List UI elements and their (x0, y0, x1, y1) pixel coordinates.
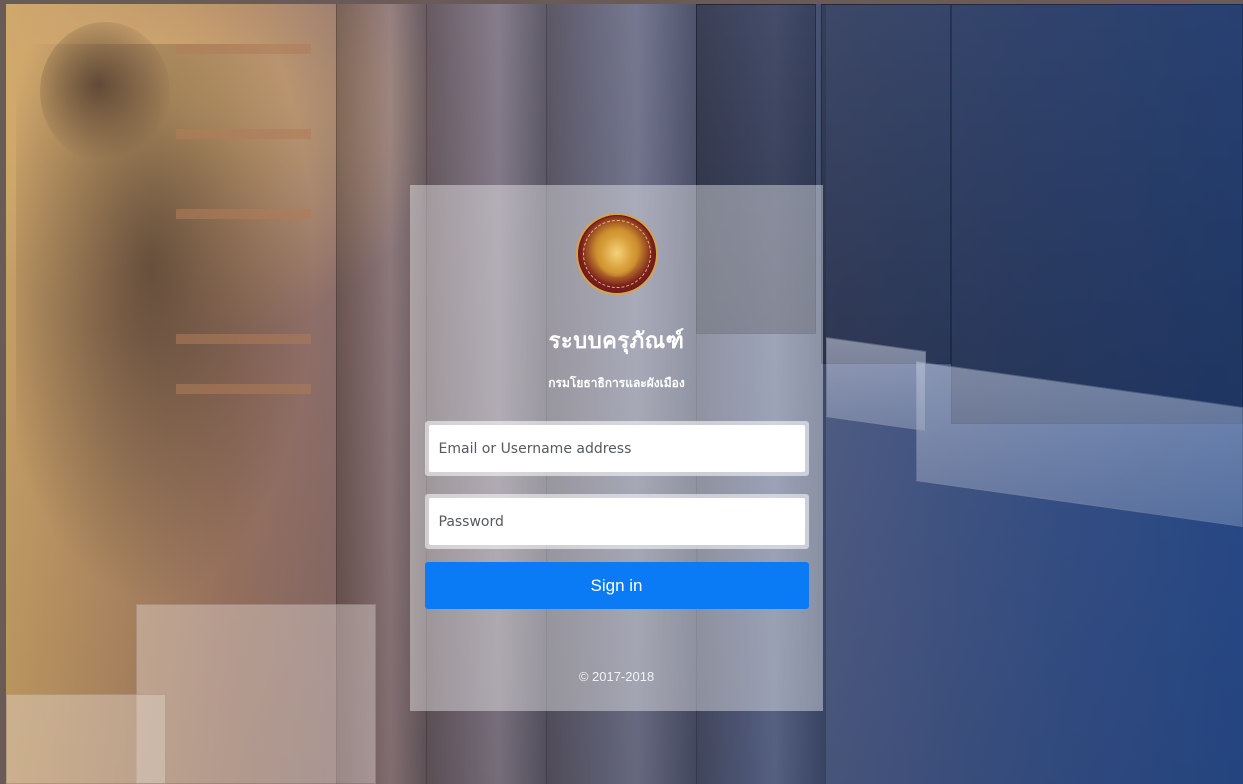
department-seal-icon (575, 213, 658, 295)
password-input[interactable] (428, 498, 805, 545)
email-input[interactable] (428, 425, 805, 472)
email-field-wrapper (424, 421, 809, 476)
app-title: ระบบครุภัณฑ์ (548, 328, 685, 354)
seal-emblem (595, 229, 638, 277)
password-field-wrapper (424, 494, 809, 549)
login-card: ระบบครุภัณฑ์ กรมโยธาธิการและผังเมือง Sig… (410, 185, 823, 711)
department-name: กรมโยธาธิการและผังเมือง (548, 376, 685, 390)
copyright-text: © 2017-2018 (578, 669, 655, 684)
sign-in-button[interactable]: Sign in (424, 562, 809, 609)
